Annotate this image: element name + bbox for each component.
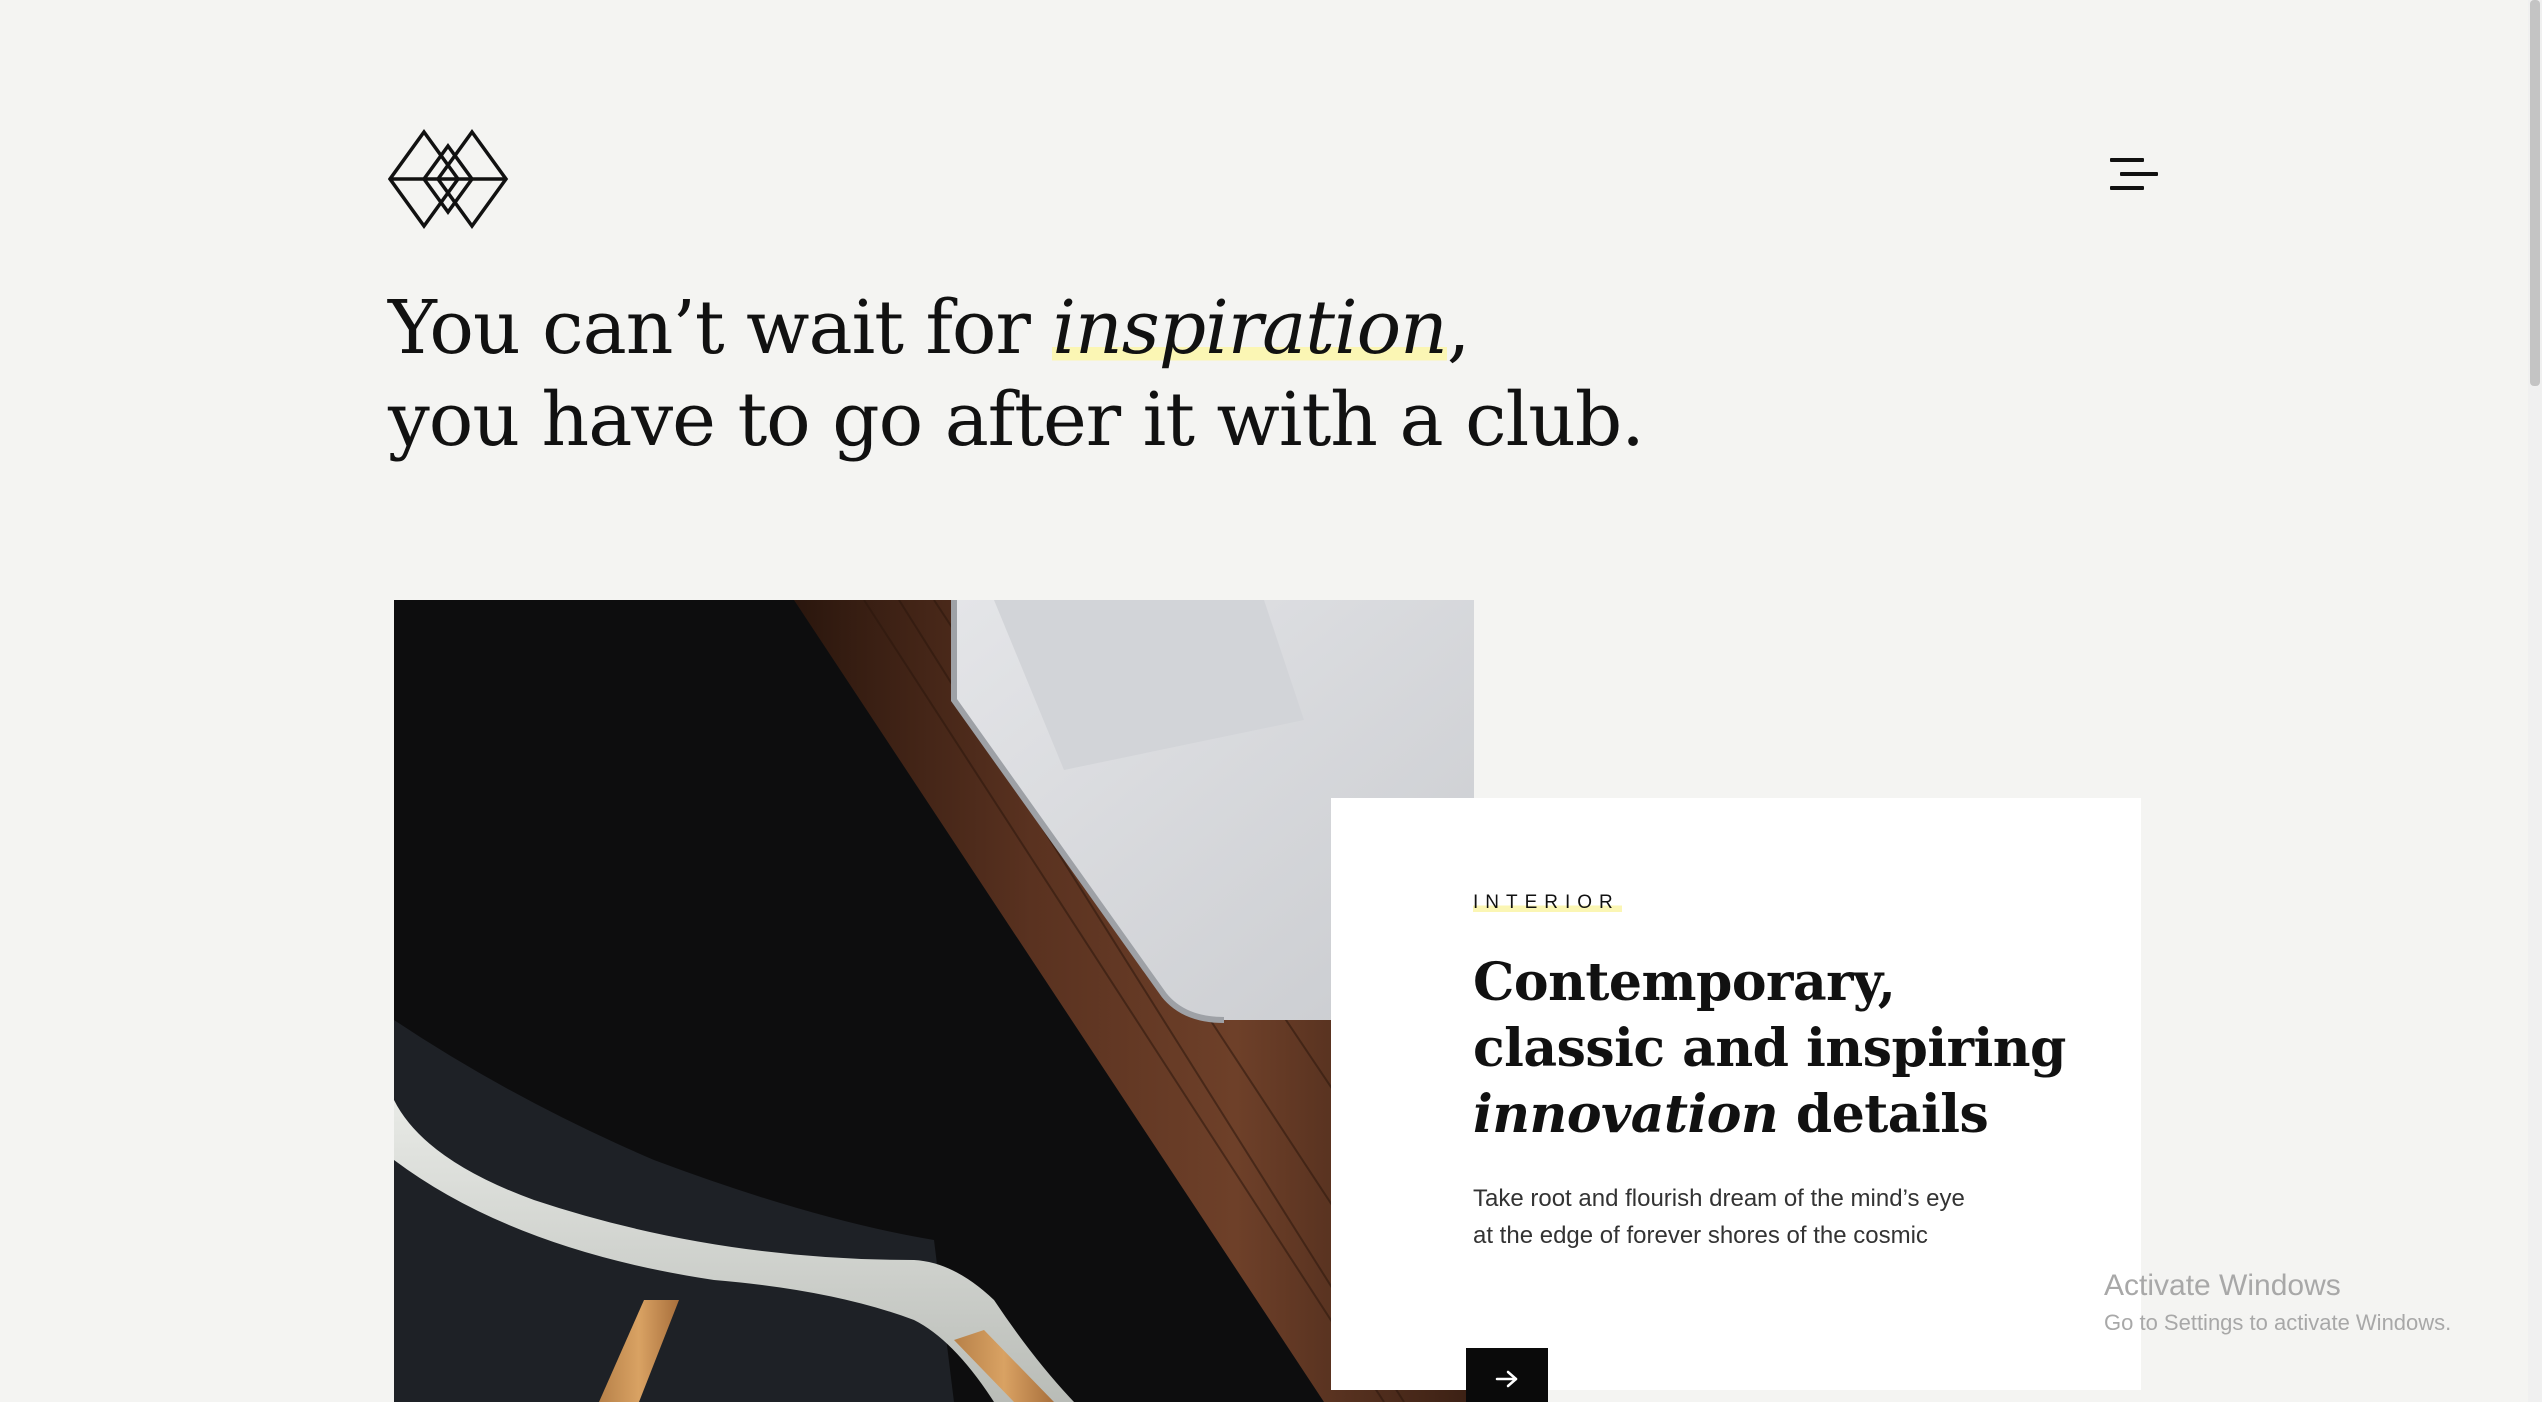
chair-and-laptop-on-wooden-desk-image <box>394 600 1474 1402</box>
scrollbar-thumb[interactable] <box>2530 0 2540 386</box>
headline-line2: you have to go after it with a club. <box>388 377 1645 463</box>
site-logo[interactable] <box>387 128 510 230</box>
arrow-right-icon <box>1495 1370 1518 1388</box>
watermark-subtitle: Go to Settings to activate Windows. <box>2104 1310 2452 1335</box>
card-title-emphasis: innovation <box>1473 1084 1779 1145</box>
card-title-line1: Contemporary, <box>1473 952 1896 1013</box>
headline-part2: , <box>1446 285 1471 371</box>
card-title: Contemporary, classic and inspiring inno… <box>1473 950 2093 1148</box>
headline-part1: You can’t wait for <box>388 285 1053 371</box>
hamburger-menu-line <box>2120 172 2158 176</box>
read-more-button[interactable] <box>1466 1348 1548 1402</box>
geometric-diamond-logo-icon <box>387 129 509 229</box>
watermark-title: Activate Windows <box>2104 1269 2341 1302</box>
card-category-tag[interactable]: INTERIOR <box>1473 892 1622 914</box>
activate-windows-watermark: Activate Windows Go to Settings to activ… <box>2104 1268 2451 1338</box>
hamburger-menu-icon <box>2110 158 2144 162</box>
menu-button[interactable] <box>2108 156 2164 196</box>
card-desc-line2: at the edge of forever shores of the cos… <box>1473 1222 1928 1249</box>
hero-headline: You can’t wait for inspiration, you have… <box>388 282 1788 466</box>
headline-emphasis: inspiration <box>1052 285 1448 371</box>
card-title-end: details <box>1778 1084 1989 1145</box>
card-desc-line1: Take root and flourish dream of the mind… <box>1473 1185 1965 1212</box>
vertical-scrollbar[interactable] <box>2528 0 2542 1402</box>
card-description: Take root and flourish dream of the mind… <box>1473 1180 2033 1254</box>
hamburger-menu-line <box>2110 186 2144 190</box>
feature-card: INTERIOR Contemporary, classic and inspi… <box>1331 798 2141 1402</box>
card-title-line2: classic and inspiring <box>1473 1018 2066 1079</box>
